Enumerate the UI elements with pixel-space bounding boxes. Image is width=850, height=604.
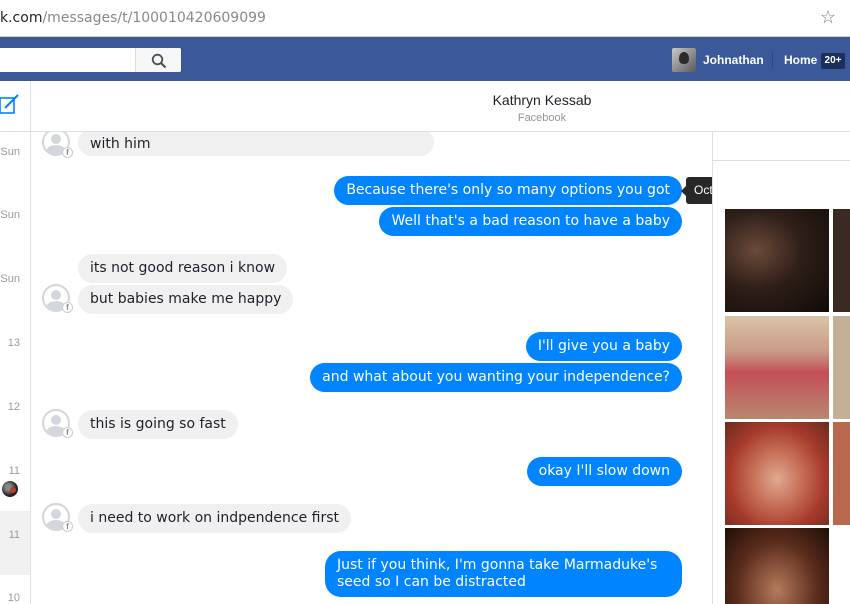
search-button[interactable] bbox=[135, 48, 181, 72]
search-input[interactable] bbox=[0, 48, 181, 72]
thread-date[interactable]: 11 bbox=[0, 465, 20, 477]
bookmark-star-icon[interactable]: ☆ bbox=[820, 7, 836, 28]
search-icon bbox=[151, 53, 167, 69]
thread-date[interactable]: 12 bbox=[0, 401, 20, 413]
thread-date[interactable]: Sun bbox=[0, 146, 20, 158]
thread-date[interactable]: 10 bbox=[0, 592, 20, 604]
url-text[interactable]: k.com/messages/t/100010420609099 bbox=[0, 10, 266, 26]
home-link[interactable]: Home bbox=[784, 53, 817, 67]
conversation-header: Kathryn Kessab Facebook bbox=[31, 81, 850, 132]
facebook-badge-icon: f bbox=[62, 427, 73, 438]
nav-divider bbox=[772, 52, 773, 68]
shared-photo[interactable] bbox=[725, 528, 829, 604]
home-notification-badge: 20+ bbox=[821, 53, 845, 69]
top-navigation-bar: Johnathan Home 20+ bbox=[0, 37, 850, 81]
facebook-badge-icon: f bbox=[62, 302, 73, 313]
shared-photo[interactable] bbox=[833, 316, 850, 419]
message-bubble-incoming[interactable]: its not good reason i know bbox=[78, 254, 288, 283]
message-bubble-incoming[interactable]: i need to work on indpendence first bbox=[78, 504, 352, 533]
message-bubble-outgoing[interactable]: and what about you wanting your independ… bbox=[310, 363, 682, 392]
message-bubble-incoming[interactable]: but babies make me happy bbox=[78, 285, 294, 314]
shared-photo[interactable] bbox=[725, 316, 829, 419]
url-host: k.com bbox=[0, 10, 43, 26]
message-bubble-outgoing[interactable]: okay I'll slow down bbox=[526, 457, 682, 486]
message-bubble-outgoing[interactable]: Well that's a bad reason to have a baby bbox=[379, 207, 682, 236]
contact-subtitle: Facebook bbox=[517, 112, 567, 124]
shared-photo[interactable] bbox=[725, 422, 829, 525]
avatar[interactable] bbox=[2, 481, 18, 497]
shared-photo[interactable] bbox=[725, 209, 829, 312]
message-bubble-incoming[interactable]: this is going so fast bbox=[78, 410, 238, 439]
url-path: /messages/t/100010420609099 bbox=[42, 10, 266, 26]
browser-address-bar[interactable]: k.com/messages/t/100010420609099 ☆ bbox=[0, 0, 850, 37]
thread-date[interactable]: 13 bbox=[0, 337, 20, 349]
message-bubble-outgoing[interactable]: Just if you think, I'm gonna take Marmad… bbox=[325, 551, 682, 597]
shared-photo[interactable] bbox=[833, 422, 850, 525]
panel-divider bbox=[713, 160, 850, 161]
selected-conversation-row[interactable] bbox=[0, 511, 30, 575]
thread-date[interactable]: Sun bbox=[0, 273, 20, 285]
message-thread[interactable]: f with him Because there's only so many … bbox=[31, 132, 712, 604]
facebook-badge-icon: f bbox=[62, 147, 73, 158]
contact-name[interactable]: Kathryn Kessab bbox=[31, 92, 850, 108]
avatar bbox=[672, 48, 696, 72]
message-bubble-outgoing[interactable]: Because there's only so many options you… bbox=[334, 176, 682, 205]
conversation-list: Sun Sun Sun 13 12 11 11 10 bbox=[0, 81, 31, 604]
thread-date[interactable]: Sun bbox=[0, 209, 20, 221]
compose-icon[interactable] bbox=[0, 93, 20, 120]
message-bubble-incoming[interactable]: with him bbox=[78, 132, 434, 156]
shared-photos-panel bbox=[712, 132, 850, 604]
list-divider bbox=[0, 131, 31, 132]
profile-name: Johnathan bbox=[703, 53, 764, 67]
shared-photo[interactable] bbox=[833, 209, 850, 312]
message-bubble-outgoing[interactable]: I'll give you a baby bbox=[525, 332, 682, 361]
facebook-badge-icon: f bbox=[62, 521, 73, 532]
thread-date[interactable]: 11 bbox=[0, 529, 20, 541]
